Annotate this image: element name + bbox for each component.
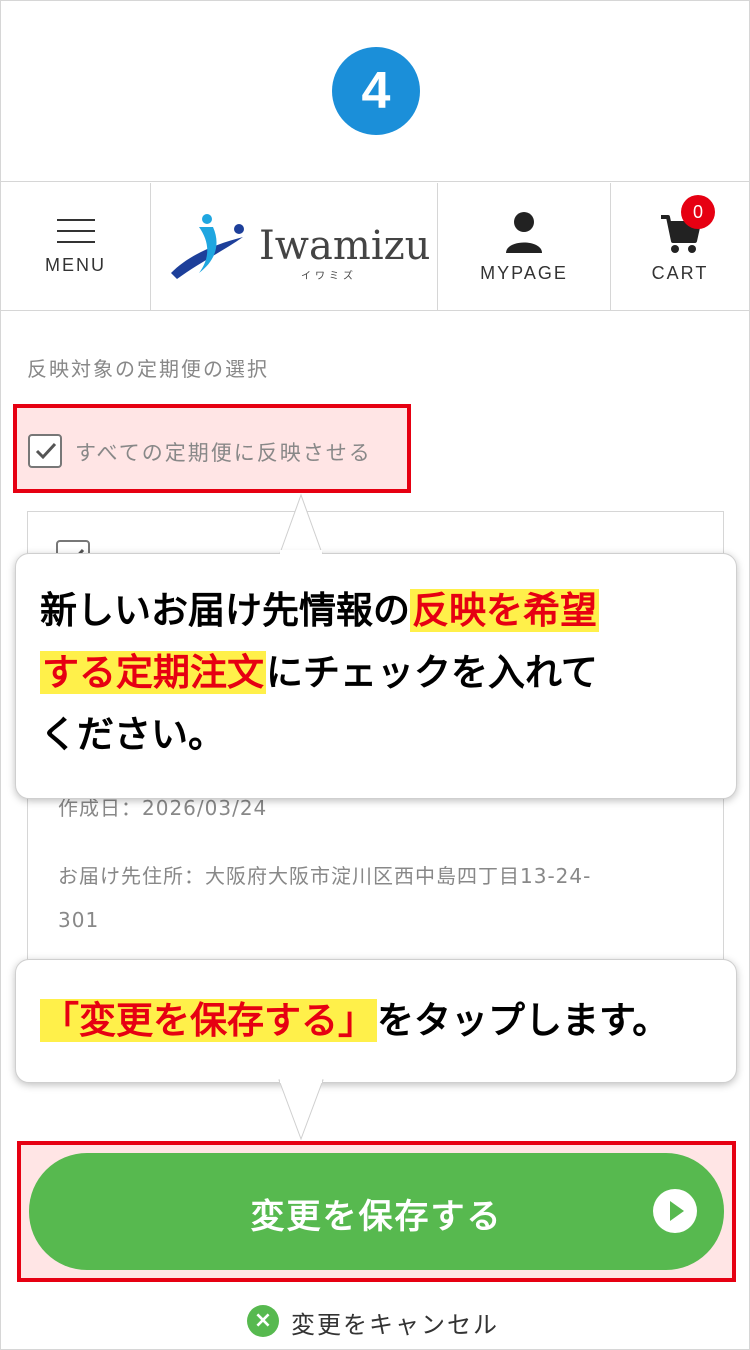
apply-all-checkbox[interactable]: [28, 434, 62, 468]
callout-pointer-up: [278, 493, 324, 557]
cart-count-badge: 0: [681, 195, 715, 229]
hamburger-icon: [57, 219, 95, 243]
callout1-highlight-a: 反映を希望: [410, 589, 599, 632]
callout1-text-a: 新しいお届け先情報の: [40, 589, 410, 632]
site-header: MENU Iwamizu イワミズ MYPAGE 0 CART: [1, 183, 749, 311]
cancel-label: 変更をキャンセル: [291, 1311, 499, 1339]
instruction-callout-2: 「変更を保存する」をタップします。: [15, 959, 737, 1083]
save-button-label: 変更を保存する: [250, 1197, 503, 1237]
logo-text: Iwamizu: [259, 223, 431, 269]
mypage-button[interactable]: MYPAGE: [438, 183, 611, 311]
callout2-text: をタップします。: [377, 999, 670, 1042]
address-line1: お届け先住所：大阪府大阪市淀川区西中島四丁目13-24-: [58, 864, 592, 888]
callout-pointer-down: [278, 1079, 324, 1141]
menu-label: MENU: [45, 255, 106, 275]
address-line2: 301: [58, 908, 100, 932]
callout1-text-c: ください。: [40, 713, 225, 756]
logo-icon: [171, 214, 244, 279]
logo-link[interactable]: Iwamizu イワミズ: [151, 183, 438, 311]
menu-button[interactable]: MENU: [1, 183, 151, 311]
step-number: 4: [332, 47, 420, 135]
step-indicator: 4: [1, 1, 749, 182]
cart-label: CART: [651, 263, 709, 283]
mypage-label: MYPAGE: [480, 263, 568, 283]
check-icon: [35, 442, 57, 460]
logo-subtext: イワミズ: [301, 271, 357, 282]
cart-button[interactable]: 0 CART: [611, 183, 749, 311]
callout1-highlight-b: する定期注文: [40, 651, 266, 694]
section-title: 反映対象の定期便の選択: [27, 357, 269, 381]
apply-all-label: すべての定期便に反映させる: [75, 441, 372, 465]
save-button[interactable]: 変更を保存する: [29, 1153, 724, 1270]
close-icon: ×: [247, 1305, 279, 1337]
play-arrow-icon: [653, 1189, 697, 1233]
instruction-callout-1: 新しいお届け先情報の反映を希望 する定期注文にチェックを入れて ください。: [15, 553, 737, 799]
callout2-highlight: 「変更を保存する」: [40, 999, 377, 1042]
callout1-text-b: にチェックを入れて: [266, 651, 598, 694]
person-icon: [506, 212, 542, 253]
